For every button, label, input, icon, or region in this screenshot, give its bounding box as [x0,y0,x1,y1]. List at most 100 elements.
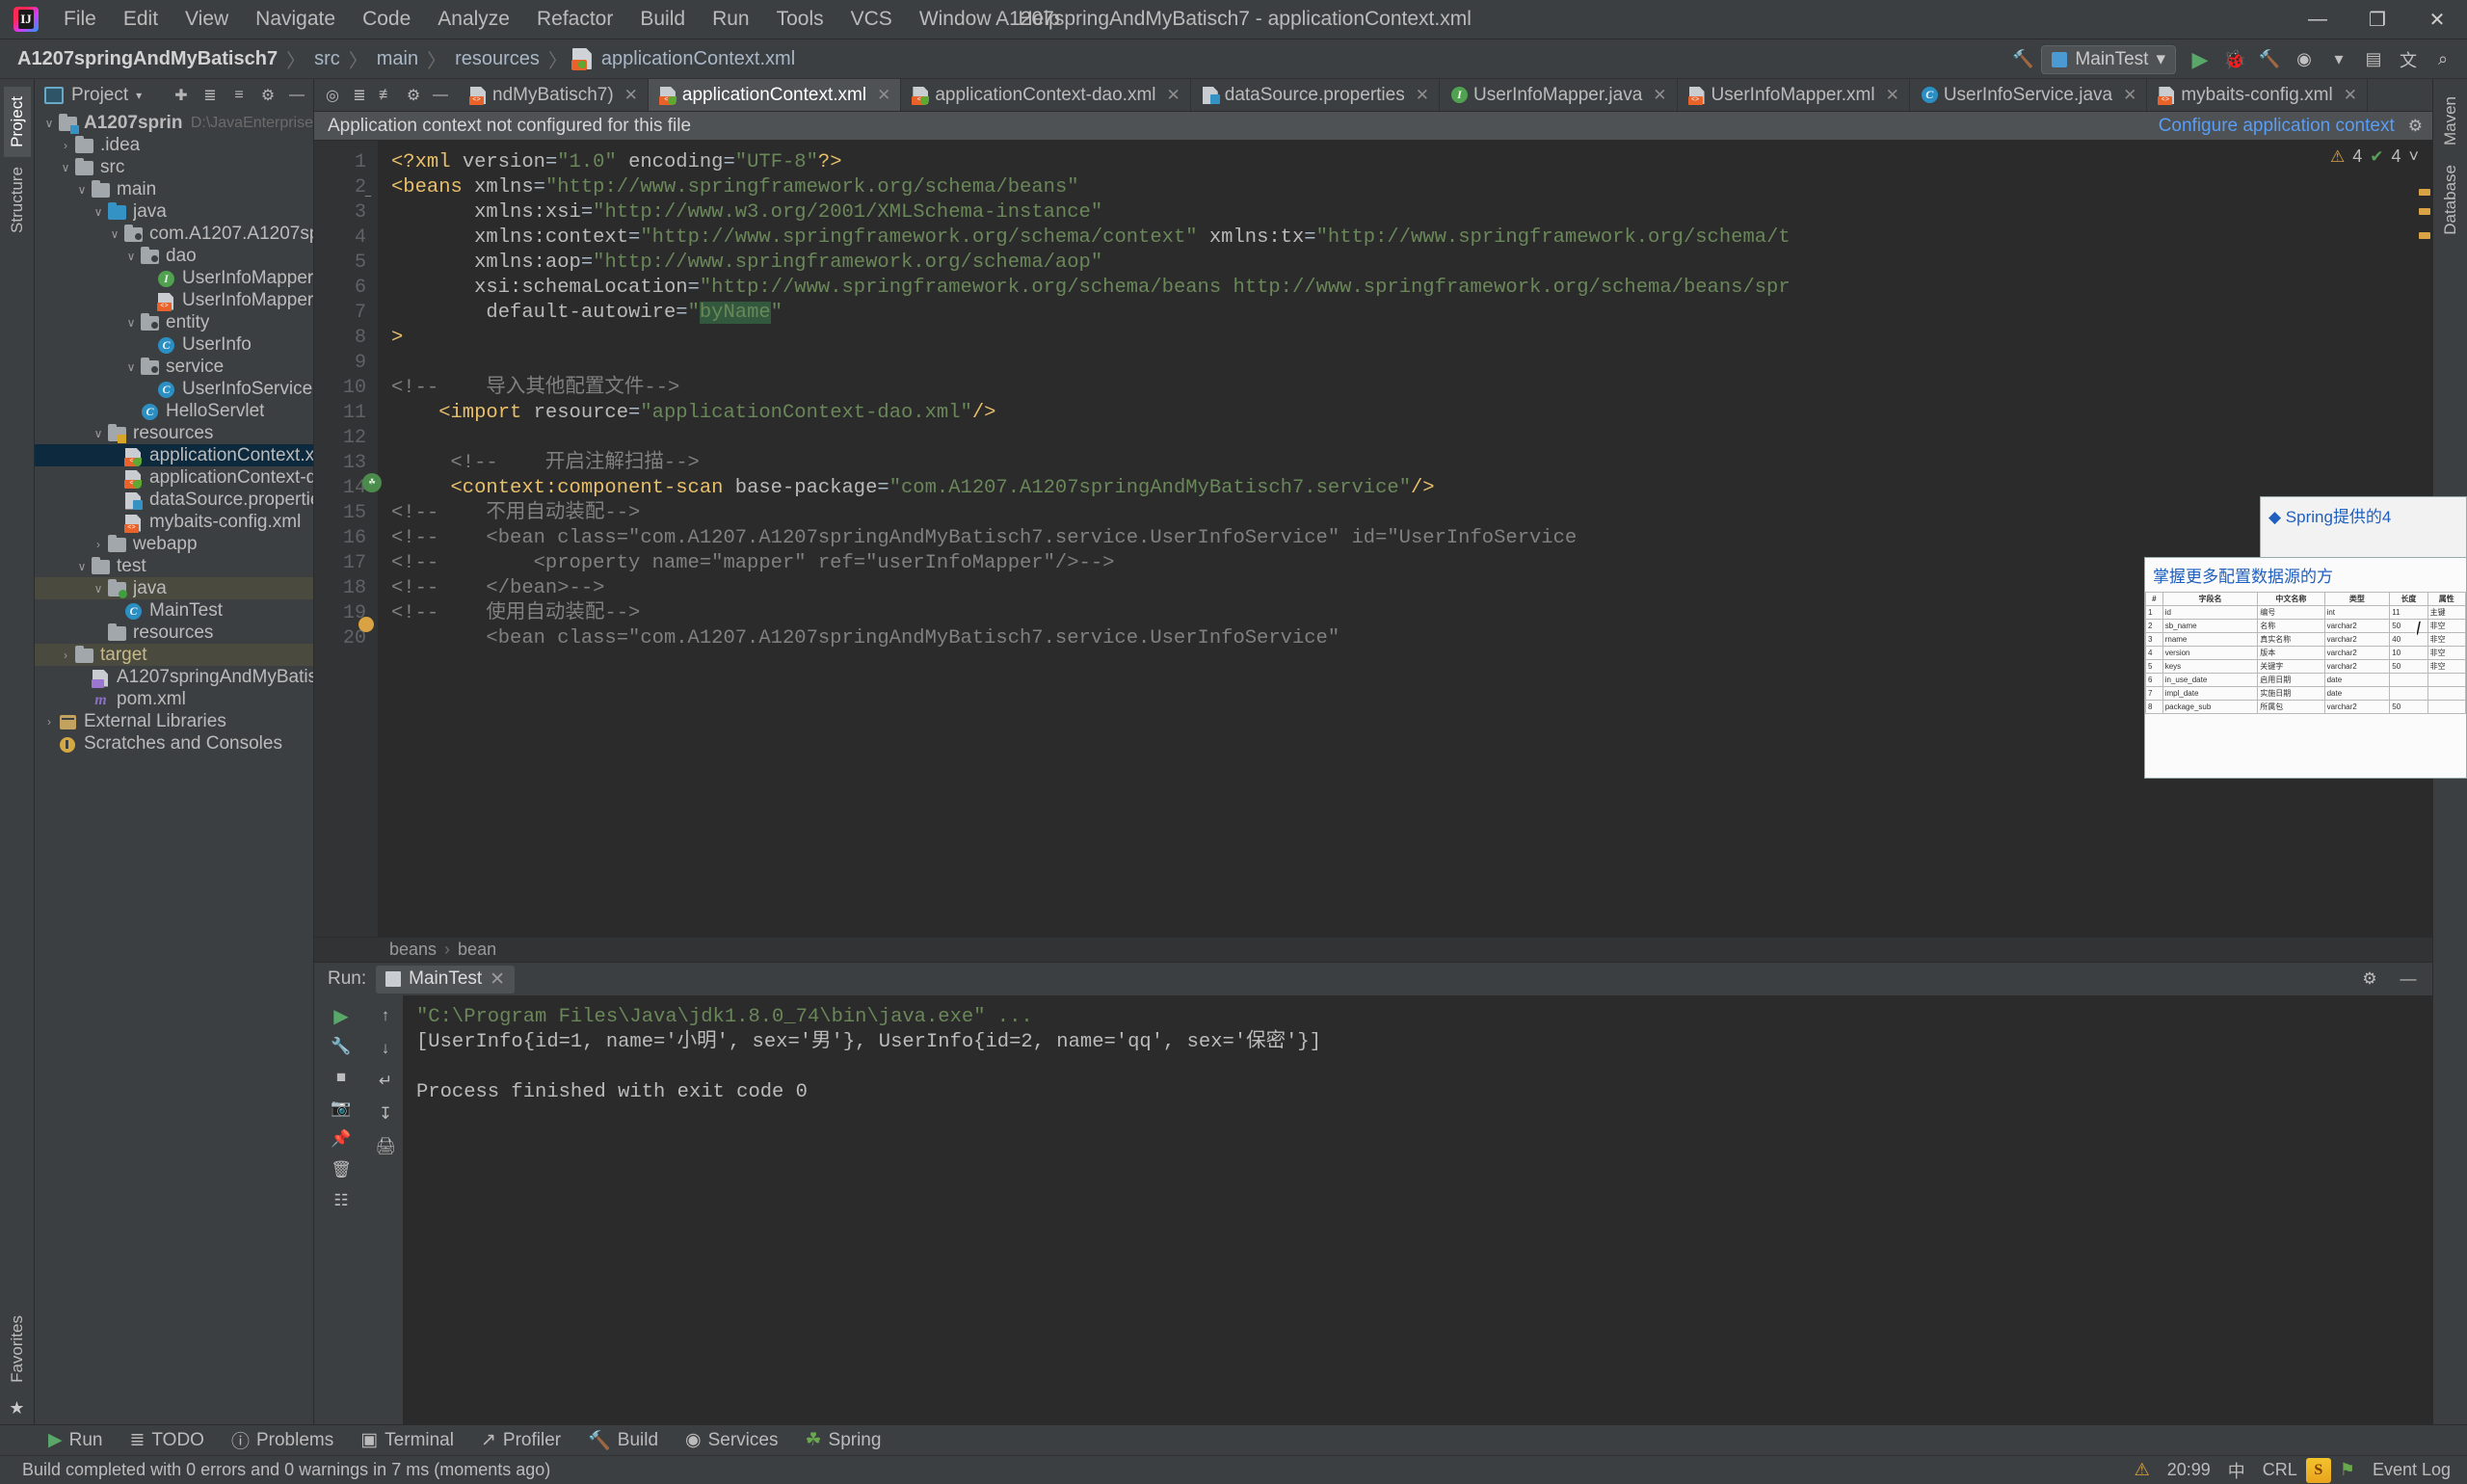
editor-tab-userinfomapper-xml[interactable]: <> UserInfoMapper.xml ✕ [1678,79,1910,111]
close-icon[interactable]: ✕ [2123,86,2136,105]
code-text[interactable]: <?xml version="1.0" encoding="UTF-8"?> <b… [378,141,2432,937]
sidebar-item-project[interactable]: Project [3,87,31,157]
camera-icon[interactable]: 📷 [327,1094,356,1123]
sf-tray-icon[interactable]: S [2305,1457,2331,1483]
breadcrumb-item-project[interactable]: A1207springAndMyBatisch7 [13,48,281,70]
menu-run[interactable]: Run [699,4,763,35]
editor-tab-applicationcontext-dao-xml[interactable]: < applicationContext-dao.xml ✕ [901,79,1191,111]
menu-navigate[interactable]: Navigate [242,4,349,35]
close-icon[interactable]: ✕ [624,86,638,105]
hide-run-panel-icon[interactable]: — [2394,965,2423,994]
sidebar-item-database[interactable]: Database [2437,155,2464,245]
tree-item-userinfomapper-xml[interactable]: <> UserInfoMapper.xml [35,289,313,311]
code-line[interactable]: default-autowire="byName" [391,301,2432,326]
bottom-tab-profiler[interactable]: ↗ Profiler [467,1429,574,1451]
close-icon[interactable]: ✕ [1886,86,1899,105]
code-line[interactable] [391,426,2432,451]
code-line[interactable]: xmlns:context="http://www.springframewor… [391,225,2432,251]
project-tree[interactable]: ∨ A1207springAndMyBatisch7 D:\JavaEnterpri… [35,112,313,1424]
menu-vcs[interactable]: VCS [837,4,906,35]
profile-button[interactable]: ◉ [2288,43,2321,76]
tree-item-com-a1207-a1207springandmybat[interactable]: ∨ com.A1207.A1207springAndMyBat [35,223,313,245]
sidebar-item-maven[interactable]: Maven [2437,87,2464,155]
hide-pane-icon[interactable]: — [286,85,307,106]
run-with-coverage-button[interactable]: 🔨 [2253,43,2286,76]
menu-tools[interactable]: Tools [763,4,837,35]
arrow-down-icon[interactable]: ↓ [371,1034,400,1063]
tree-item-resources[interactable]: resources [35,622,313,644]
rerun-button[interactable]: ▶ [327,1001,356,1030]
lang-indicator[interactable]: 中 [2219,1458,2254,1483]
tree-item-applicationcontext-dao-xml[interactable]: <applicationContext-dao.xml [35,466,313,489]
run-configuration-selector[interactable]: MainTest ▾ [2041,44,2176,74]
code-editor[interactable]: 1 2 3 4 5 6 7 8 9 10 11 12 13 14 15 16 17 18 19 20− ☘ <?xml … [314,141,2432,937]
tree-expand-arrow[interactable]: › [57,139,74,152]
breakpoint-icon[interactable] [358,617,374,632]
menu-view[interactable]: View [172,4,242,35]
gear-icon[interactable]: ⚙ [2408,117,2423,136]
tree-item-userinfo[interactable]: C UserInfo [35,333,313,356]
close-icon[interactable]: ✕ [1653,86,1666,105]
tree-expand-arrow[interactable]: ∨ [40,117,58,130]
scroll-to-end-icon[interactable]: ↧ [371,1100,400,1128]
tree-item-maintest[interactable]: C MainTest [35,599,313,622]
structure-crumb-bean[interactable]: bean [458,940,496,960]
scrollbar-warning-marker[interactable] [2419,232,2430,239]
tree-item-resources[interactable]: ∨ resources [35,422,313,444]
close-icon[interactable]: ✕ [1416,86,1429,105]
sidebar-item-structure[interactable]: Structure [4,157,31,243]
code-line[interactable] [391,351,2432,376]
build-hammer-icon[interactable]: 🔨 [2006,43,2039,76]
close-icon[interactable]: ✕ [877,86,890,105]
configure-app-context-link[interactable]: Configure application context [2159,116,2395,137]
bottom-tab-problems[interactable]: ⓘ Problems [218,1427,347,1453]
layers-icon[interactable]: ☷ [327,1186,356,1215]
tree-item-external-libraries[interactable]: › External Libraries [35,710,313,732]
editor-tab-ndmybatisch7-[interactable]: <> ndMyBatisch7) ✕ [459,79,649,111]
menu-refactor[interactable]: Refactor [523,4,626,35]
stop-button[interactable]: ■ [327,1063,356,1092]
debug-button[interactable]: 🐞 [2218,43,2251,76]
tree-item-mybaits-config-xml[interactable]: <> mybaits-config.xml [35,511,313,533]
tree-item-dao[interactable]: ∨ dao [35,245,313,267]
tree-item-service[interactable]: ∨ service [35,356,313,378]
editor-tab-datasource-properties[interactable]: dataSource.properties ✕ [1191,79,1440,111]
tree-item-java[interactable]: ∨ java [35,200,313,223]
tree-expand-arrow[interactable]: ∨ [122,360,140,374]
tree-expand-arrow[interactable]: ∨ [90,427,107,440]
tree-item-applicationcontext-xml[interactable]: <applicationContext.xml [35,444,313,466]
minimize-button[interactable]: — [2288,0,2348,40]
collapse-icon[interactable]: ≢ [374,83,399,108]
more-actions-button[interactable]: ▾ [2322,43,2355,76]
expand-all-icon[interactable]: ≣ [199,85,221,106]
tree-item-helloservlet[interactable]: C HelloServlet [35,400,313,422]
run-settings-gear-icon[interactable]: ⚙ [2355,965,2384,994]
tree-expand-arrow[interactable]: ∨ [122,250,140,263]
bottom-tab-spring[interactable]: ☘ Spring [791,1429,894,1451]
menu-help[interactable]: Help [1005,4,1074,35]
code-line[interactable]: <context:component-scan base-package="co… [391,476,2432,501]
editor-tab-userinfomapper-java[interactable]: I UserInfoMapper.java ✕ [1440,79,1678,111]
close-icon[interactable]: ✕ [2344,86,2357,105]
tree-item-entity[interactable]: ∨ entity [35,311,313,333]
tree-item-datasource-properties[interactable]: dataSource.properties [35,489,313,511]
tree-item-scratches-and-consoles[interactable]: Scratches and Consoles [35,732,313,755]
translate-icon[interactable]: 文 [2392,43,2425,76]
close-button[interactable]: ✕ [2407,0,2467,40]
trash-icon[interactable]: 🗑 [327,1155,356,1184]
run-console-output[interactable]: "C:\Program Files\Java\jdk1.8.0_74\bin\j… [403,995,2432,1424]
tree-expand-arrow[interactable]: ∨ [106,227,123,241]
tree-expand-arrow[interactable]: ∨ [73,183,91,197]
scrollbar-warning-marker[interactable] [2419,189,2430,196]
close-icon[interactable]: ✕ [1167,86,1180,105]
close-icon[interactable]: ✕ [490,968,505,991]
tree-expand-arrow[interactable]: ∨ [57,161,74,174]
run-tab-maintest[interactable]: MainTest ✕ [376,965,516,994]
tree-item-userinfomapper[interactable]: I UserInfoMapper [35,267,313,289]
code-line[interactable]: <bean class="com.A1207.A1207springAndMyB… [391,626,2432,651]
bottom-tab-todo[interactable]: ≣ TODO [116,1429,217,1451]
arrow-up-icon[interactable]: ↑ [371,1001,400,1030]
menu-edit[interactable]: Edit [110,4,172,35]
wrench-icon[interactable]: 🔧 [327,1032,356,1061]
breadcrumb-item-file[interactable]: applicationContext.xml [597,48,799,70]
